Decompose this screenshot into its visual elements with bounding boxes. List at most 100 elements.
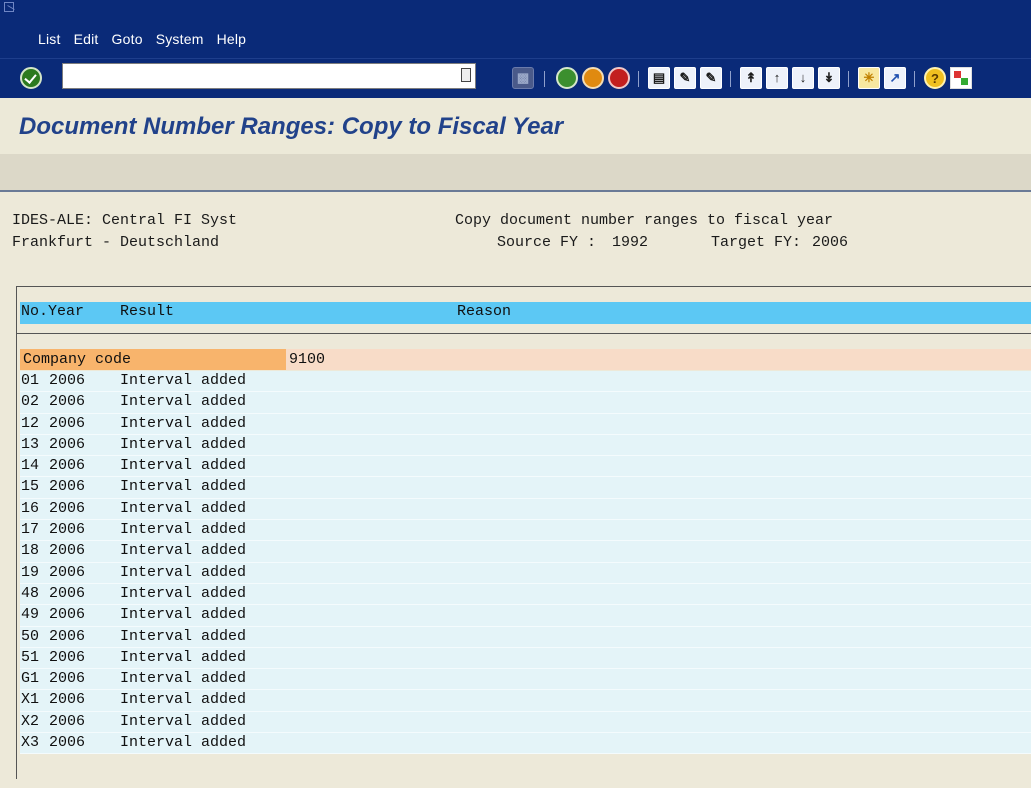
row-result: Interval added <box>120 499 247 517</box>
table-row[interactable]: G1 2006 Interval added <box>20 669 1031 691</box>
menu-help[interactable]: Help <box>217 31 247 47</box>
row-number: G1 <box>21 670 40 688</box>
enter-icon[interactable] <box>20 67 42 89</box>
row-year: 2006 <box>49 691 86 709</box>
table-row[interactable]: 01 2006 Interval added <box>20 371 1031 393</box>
command-field[interactable] <box>62 63 476 89</box>
table-row[interactable]: 49 2006 Interval added <box>20 605 1031 627</box>
table-row[interactable]: 15 2006 Interval added <box>20 477 1031 499</box>
row-year: 2006 <box>49 372 86 389</box>
layout-menu-icon[interactable] <box>950 67 972 89</box>
print-icon[interactable]: ▤ <box>648 67 670 89</box>
row-year: 2006 <box>49 414 86 432</box>
table-row[interactable]: 02 2006 Interval added <box>20 392 1031 414</box>
main-menu: List Edit Goto System Help <box>38 31 259 47</box>
table-row[interactable]: 12 2006 Interval added <box>20 413 1031 435</box>
menu-goto[interactable]: Goto <box>112 31 143 47</box>
menu-bar: List Edit Goto System Help <box>0 0 1031 58</box>
row-number: 50 <box>21 627 40 645</box>
table-row[interactable]: 17 2006 Interval added <box>20 520 1031 542</box>
menu-system[interactable]: System <box>156 31 204 47</box>
result-rows: 01 2006 Interval added 02 2006 Interval added… <box>20 371 1031 755</box>
row-result: Interval added <box>120 606 247 624</box>
row-result: Interval added <box>120 435 247 453</box>
location-name: Frankfurt - Deutschland <box>12 234 220 251</box>
system-name: IDES-ALE: Central FI Syst <box>12 212 238 229</box>
cancel-icon[interactable] <box>608 67 630 89</box>
target-fy-label: Target FY: <box>711 234 802 251</box>
table-row[interactable]: 19 2006 Interval added <box>20 562 1031 584</box>
target-fy-value: 2006 <box>812 234 849 251</box>
column-header: No.Year Result Reason <box>20 302 1031 324</box>
first-page-icon[interactable]: ↟ <box>740 67 762 89</box>
table-row[interactable]: X1 2006 Interval added <box>20 690 1031 712</box>
source-fy-value: 1992 <box>612 234 649 251</box>
row-year: 2006 <box>49 435 86 453</box>
row-result: Interval added <box>120 521 247 539</box>
command-input[interactable] <box>69 64 453 88</box>
row-year: 2006 <box>49 521 86 539</box>
row-result: Interval added <box>120 393 247 411</box>
shortcut-icon[interactable]: ↗ <box>884 67 906 89</box>
row-year: 2006 <box>49 670 86 688</box>
system-menu-icon[interactable] <box>4 2 14 12</box>
menu-list[interactable]: List <box>38 31 61 47</box>
last-page-icon[interactable]: ↡ <box>818 67 840 89</box>
next-page-icon[interactable]: ↓ <box>792 67 814 89</box>
row-number: 51 <box>21 648 40 666</box>
row-year: 2006 <box>49 648 86 666</box>
save-icon[interactable]: ▩ <box>512 67 534 89</box>
column-result[interactable]: Result <box>120 303 174 320</box>
row-result: Interval added <box>120 627 247 645</box>
row-number: 15 <box>21 478 40 496</box>
row-year: 2006 <box>49 499 86 517</box>
row-number: 18 <box>21 542 40 560</box>
row-number: X2 <box>21 712 40 730</box>
help-icon[interactable]: ? <box>924 67 946 89</box>
row-year: 2006 <box>49 734 86 752</box>
row-year: 2006 <box>49 457 86 475</box>
row-year: 2006 <box>49 393 86 411</box>
row-number: X1 <box>21 691 40 709</box>
row-number: 49 <box>21 606 40 624</box>
previous-page-icon[interactable]: ↑ <box>766 67 788 89</box>
row-number: 16 <box>21 499 40 517</box>
table-row[interactable]: X2 2006 Interval added <box>20 711 1031 734</box>
row-result: Interval added <box>120 563 247 581</box>
row-result: Interval added <box>120 734 247 752</box>
column-reason[interactable]: Reason <box>457 303 511 320</box>
table-row[interactable]: 14 2006 Interval added <box>20 456 1031 478</box>
command-history-icon[interactable] <box>461 68 471 82</box>
result-list: No.Year Result Reason Company code 9100 … <box>16 286 1031 779</box>
table-row[interactable]: 51 2006 Interval added <box>20 647 1031 670</box>
column-no-year[interactable]: No.Year <box>21 303 84 320</box>
report-description: Copy document number ranges to fiscal ye… <box>455 212 834 229</box>
row-number: X3 <box>21 734 40 752</box>
row-number: 12 <box>21 414 40 432</box>
row-result: Interval added <box>120 670 247 688</box>
header-divider <box>17 333 1031 334</box>
application-toolbar <box>0 154 1031 192</box>
table-row[interactable]: 18 2006 Interval added <box>20 541 1031 563</box>
find-next-icon[interactable]: ✎ <box>700 67 722 89</box>
back-icon[interactable] <box>556 67 578 89</box>
create-session-icon[interactable]: ✳ <box>858 67 880 89</box>
row-number: 48 <box>21 584 40 602</box>
row-number: 02 <box>21 393 40 411</box>
company-code-row[interactable]: Company code 9100 <box>20 349 1031 370</box>
row-number: 19 <box>21 563 40 581</box>
row-result: Interval added <box>120 414 247 432</box>
table-row[interactable]: 13 2006 Interval added <box>20 434 1031 457</box>
menu-edit[interactable]: Edit <box>74 31 99 47</box>
table-row[interactable]: 48 2006 Interval added <box>20 583 1031 606</box>
table-row[interactable]: X3 2006 Interval added <box>20 733 1031 755</box>
row-result: Interval added <box>120 712 247 730</box>
exit-icon[interactable] <box>582 67 604 89</box>
row-year: 2006 <box>49 584 86 602</box>
table-row[interactable]: 16 2006 Interval added <box>20 498 1031 521</box>
table-row[interactable]: 50 2006 Interval added <box>20 626 1031 648</box>
row-result: Interval added <box>120 648 247 666</box>
row-year: 2006 <box>49 606 86 624</box>
find-icon[interactable]: ✎ <box>674 67 696 89</box>
row-result: Interval added <box>120 478 247 496</box>
